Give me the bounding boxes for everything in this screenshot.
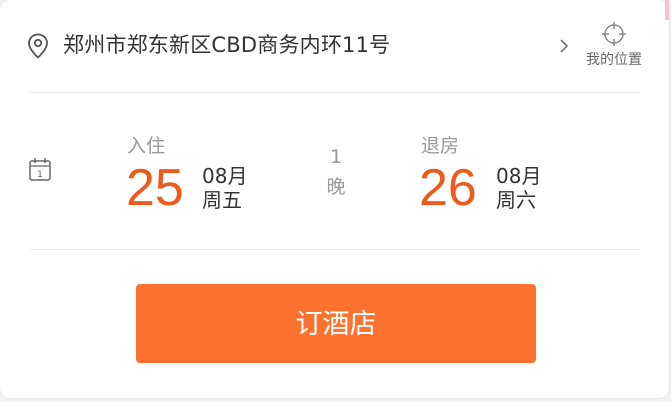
address-row[interactable]: 郑州市郑东新区CBD商务内环11号 [0, 0, 669, 92]
check-in-label: 入住 [127, 135, 166, 157]
divider [30, 249, 640, 250]
crosshair-icon [602, 22, 626, 46]
check-in-day: 25 [126, 159, 184, 217]
chevron-right-icon [560, 39, 569, 53]
address-text: 郑州市郑东新区CBD商务内环11号 [63, 33, 391, 57]
check-out-label: 退房 [421, 135, 460, 157]
my-location-button[interactable]: 我的位置 [578, 21, 650, 73]
nights-number: 1 [329, 146, 343, 168]
divider [30, 92, 640, 93]
calendar-icon-number: 1 [37, 170, 43, 180]
calendar-icon: 1 [29, 158, 51, 181]
check-in-month: 08月 [202, 164, 248, 188]
hotel-search-card: 郑州市郑东新区CBD商务内环11号 我的位置 1 入住 25 08月 周五 1 … [0, 0, 669, 398]
my-location-label: 我的位置 [586, 52, 642, 68]
location-pin-icon [28, 33, 48, 59]
nights-unit: 晚 [326, 176, 346, 198]
nights-count: 1 晚 [318, 142, 354, 202]
check-out-weekday: 周六 [496, 188, 536, 212]
check-out-month: 08月 [496, 164, 542, 188]
check-in-weekday: 周五 [202, 188, 242, 212]
check-out-day: 26 [419, 159, 477, 217]
book-hotel-button[interactable]: 订酒店 [136, 284, 536, 363]
